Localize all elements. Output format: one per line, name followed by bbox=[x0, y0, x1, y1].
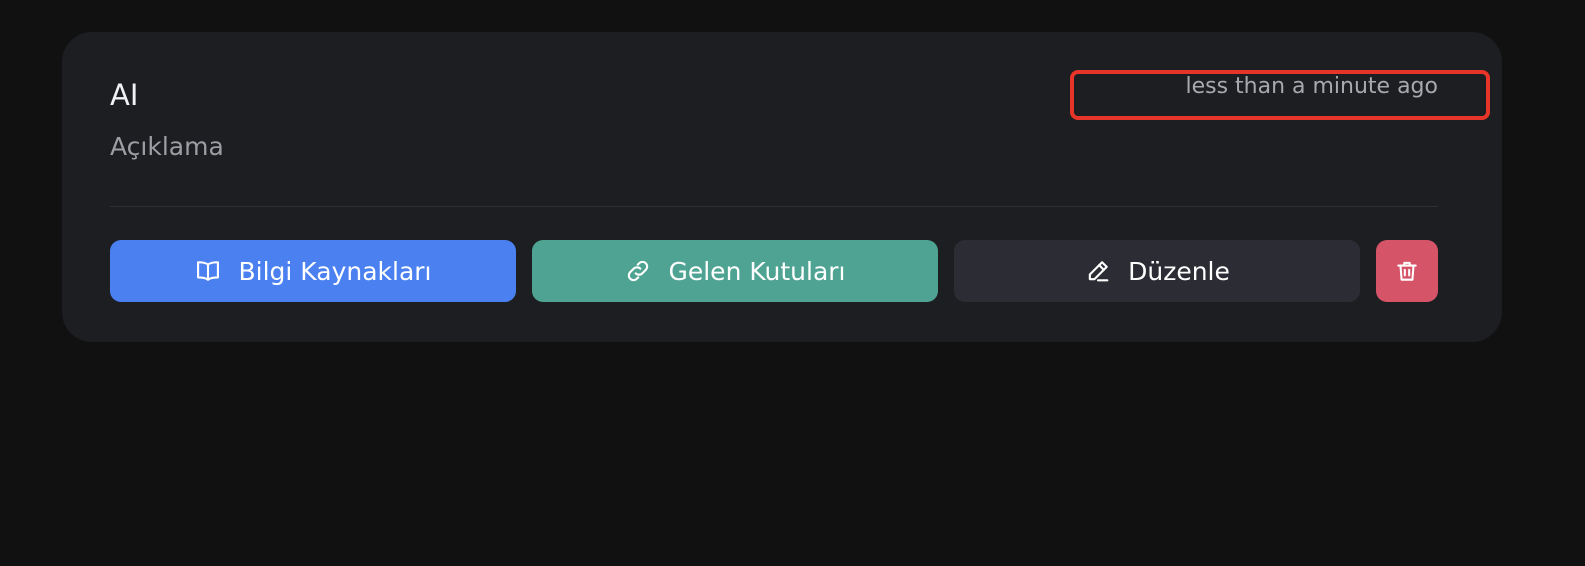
edit-label: Düzenle bbox=[1128, 256, 1230, 286]
timestamp-highlight-box bbox=[1070, 70, 1490, 120]
card-title: AI bbox=[110, 78, 139, 112]
card-description: Açıklama bbox=[110, 132, 224, 161]
inboxes-label: Gelen Kutuları bbox=[668, 256, 846, 286]
pencil-icon bbox=[1084, 257, 1112, 285]
card-divider bbox=[110, 206, 1438, 207]
delete-button[interactable] bbox=[1376, 240, 1438, 302]
assistant-card: AI Açıklama less than a minute ago Bilgi… bbox=[62, 32, 1502, 342]
inboxes-button[interactable]: Gelen Kutuları bbox=[532, 240, 938, 302]
link-icon bbox=[624, 257, 652, 285]
knowledge-sources-button[interactable]: Bilgi Kaynakları bbox=[110, 240, 516, 302]
trash-icon bbox=[1394, 258, 1420, 284]
book-open-icon bbox=[194, 257, 222, 285]
knowledge-sources-label: Bilgi Kaynakları bbox=[238, 256, 432, 286]
edit-button[interactable]: Düzenle bbox=[954, 240, 1360, 302]
